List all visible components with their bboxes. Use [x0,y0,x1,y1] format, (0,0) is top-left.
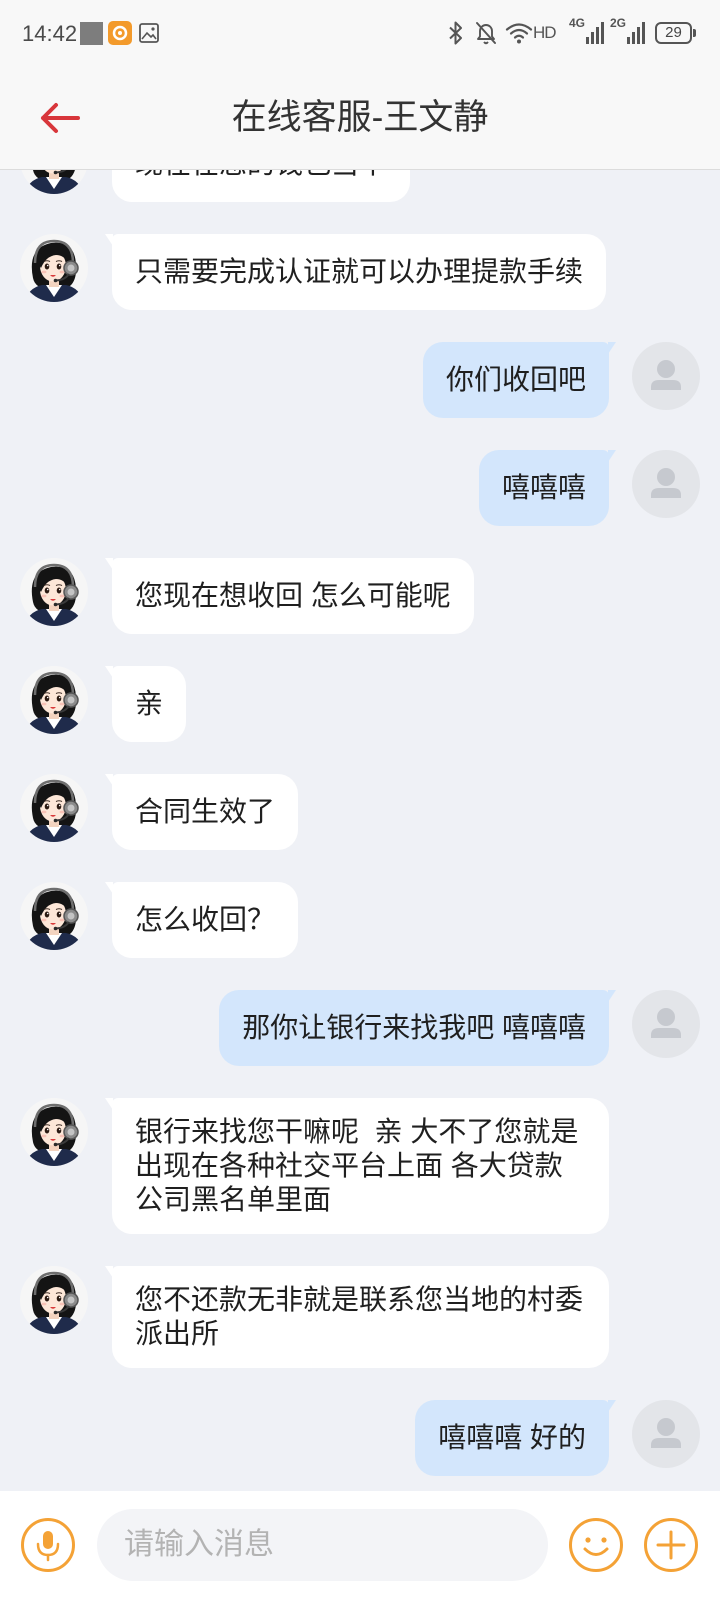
user-avatar-icon[interactable] [632,450,700,518]
user-message-row: 你们收回吧 [0,342,720,418]
back-button[interactable] [34,96,86,140]
agent-avatar-icon[interactable] [20,1266,88,1334]
network-type-label: 2G [610,16,627,30]
agent-message-row: 合同生效了 [0,774,720,850]
message-text: 合同生效了 [135,796,276,827]
emoji-button[interactable] [568,1517,624,1573]
message-input[interactable] [97,1509,548,1581]
user-message-row: 嘻嘻嘻 好的 [0,1400,720,1476]
message-bubble[interactable]: 亲 [104,666,187,742]
message-bubble[interactable]: 嘻嘻嘻 [478,450,617,526]
message-text: 那你让银行来找我吧 嘻嘻嘻 [242,1012,586,1043]
message-bubble[interactable]: 您不还款无非就是联系您当地的村委 派出所 [105,1266,609,1368]
battery-level: 29 [665,24,682,41]
battery-icon: 29 [655,22,696,44]
agent-message-row: 怎么收回？ [0,882,720,958]
user-message-row: 嘻嘻嘻 [0,450,720,526]
message-text: 派出所 [135,1318,220,1349]
bluetooth-icon [449,21,462,45]
message-text: 公司黑名单里面 [135,1184,332,1215]
user-avatar-icon[interactable] [632,342,700,410]
more-options-button[interactable] [643,1517,699,1573]
message-text: 怎么收回？ [135,904,276,935]
agent-avatar-icon[interactable] [20,774,88,842]
message-text: 嘻嘻嘻 好的 [438,1422,586,1453]
agent-message-row: 您现在想收回 怎么可能呢 [0,558,720,634]
agent-avatar-icon[interactable] [20,558,88,626]
agent-avatar-icon[interactable] [20,1098,88,1166]
user-avatar-icon[interactable] [632,990,700,1058]
agent-avatar-icon[interactable] [20,234,88,302]
plus-icon [644,1518,698,1572]
message-bubble[interactable]: 银行来找您干嘛呢 亲 大不了您就是 出现在各种社交平台上面 各大贷款 公司黑名单里面 [105,1098,609,1234]
arrow-left-icon [41,103,80,133]
wifi-icon [505,23,533,44]
message-bubble[interactable]: 您现在想收回 怎么可能呢 [105,558,474,634]
signal-icon [586,22,604,44]
user-avatar-icon[interactable] [632,1400,700,1468]
message-bubble[interactable]: 只需要完成认证就可以办理提款手续 [104,234,607,310]
network-type-label: 4G [569,16,586,30]
message-text: 嘻嘻嘻 [501,472,586,503]
agent-message-row: 只需要完成认证就可以办理提款手续 [0,234,720,310]
page-title: 在线客服-王文静 [231,98,489,137]
microphone-icon [21,1518,75,1572]
notification-square-icon [80,22,103,45]
gallery-icon [139,23,159,43]
app-notification-icon [108,21,132,45]
hd-label: HD [533,23,557,42]
message-text: 只需要完成认证就可以办理提款手续 [135,256,584,287]
agent-message-row: 您不还款无非就是联系您当地的村委 派出所 [0,1266,720,1368]
app-header: 在线客服-王文静 [0,66,720,170]
message-bubble[interactable]: 你们收回吧 [422,342,617,418]
agent-avatar-icon[interactable] [20,666,88,734]
message-text: 银行来找您干嘛呢 亲 大不了您就是 [135,1116,579,1147]
message-text: 出现在各种社交平台上面 各大贷款 [135,1150,563,1181]
agent-avatar-icon[interactable] [20,882,88,950]
input-bar [0,1491,720,1600]
message-text: 亲 [135,688,164,719]
smiley-icon [569,1518,623,1572]
message-bubble[interactable]: 合同生效了 [104,774,299,850]
message-bubble[interactable]: 怎么收回？ [104,882,299,958]
voice-input-button[interactable] [20,1517,76,1573]
message-text: 您不还款无非就是联系您当地的村委 [135,1284,584,1315]
message-bubble[interactable]: 嘻嘻嘻 好的 [415,1400,616,1476]
agent-message-row: 银行来找您干嘛呢 亲 大不了您就是 出现在各种社交平台上面 各大贷款 公司黑名单里面 [0,1098,720,1234]
message-bubble[interactable]: 那你让银行来找我吧 嘻嘻嘻 [219,990,616,1066]
signal-icon [627,22,645,44]
user-message-row: 那你让银行来找我吧 嘻嘻嘻 [0,990,720,1066]
message-list[interactable]: 现在在您的钱包当中只需要完成认证就可以办理提款手续你们收回吧嘻嘻嘻您现在想收回 … [0,126,720,1476]
agent-message-row: 亲 [0,666,720,742]
bell-off-icon [476,22,496,45]
message-text: 您现在想收回 怎么可能呢 [135,580,451,611]
message-text: 你们收回吧 [445,364,586,395]
status-bar: 14:42 HD 4G 2G 29 [0,0,720,66]
status-time: 14:42 [22,21,78,46]
